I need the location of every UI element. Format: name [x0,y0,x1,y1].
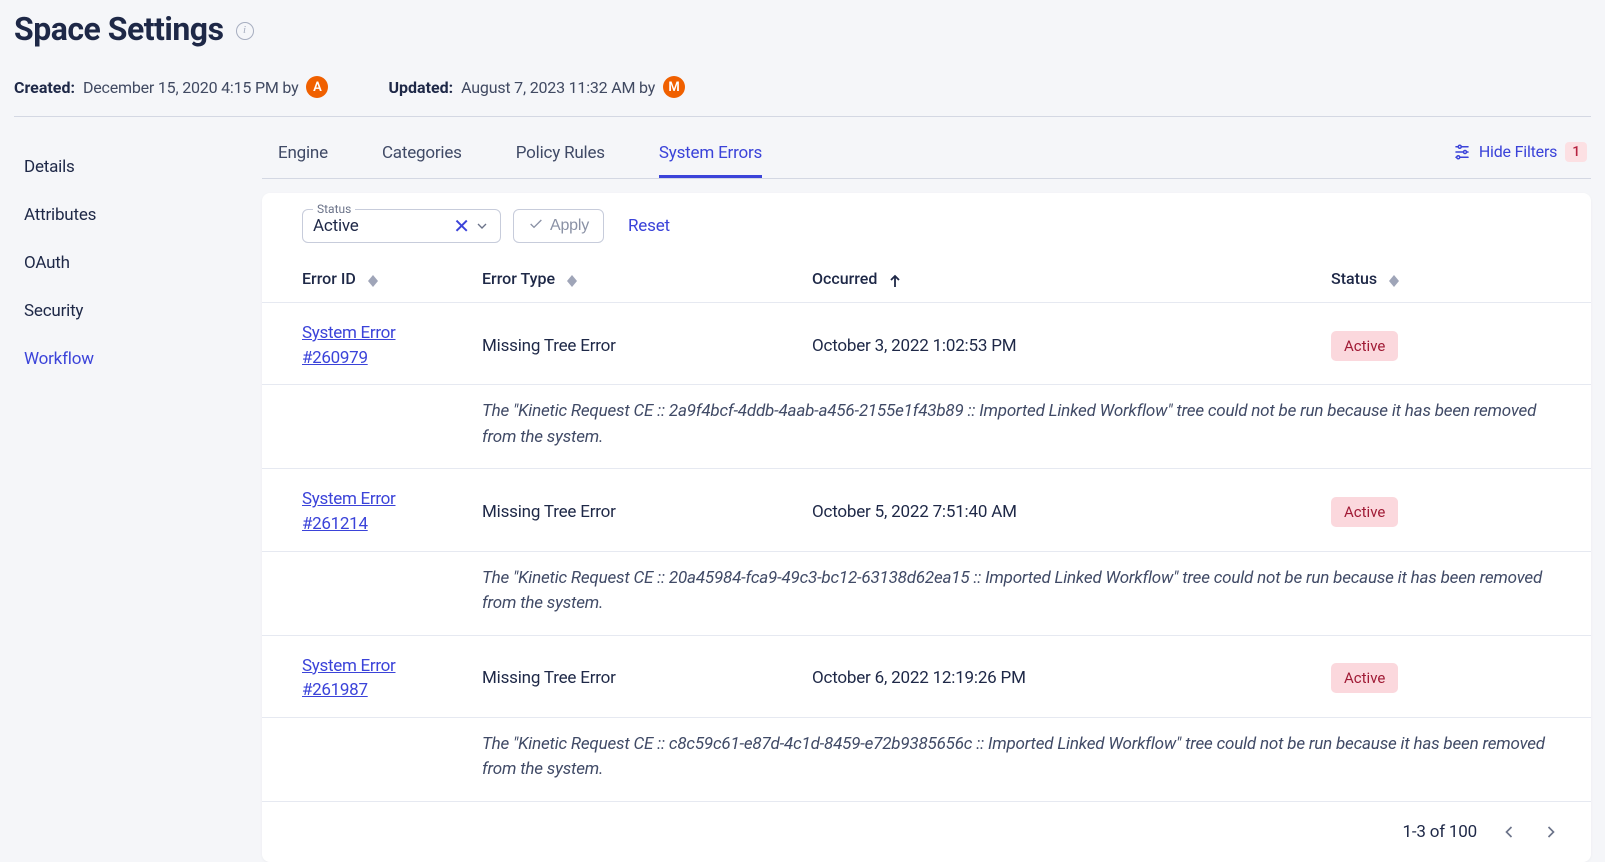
info-icon[interactable]: i [236,22,254,40]
page-title: Space Settings [14,10,224,48]
meta-row: Created: December 15, 2020 4:15 PM by A … [14,76,1591,117]
hide-filters-button[interactable]: Hide Filters 1 [1453,142,1591,166]
created-value: December 15, 2020 4:15 PM by [83,78,299,97]
tab-categories[interactable]: Categories [382,129,462,178]
pagination-range: 1-3 of 100 [1402,822,1477,842]
table-row: System Error #261987 Missing Tree Error … [262,635,1591,801]
error-link[interactable]: System Error #261214 [302,489,396,534]
status-badge: Active [1331,331,1398,361]
table-row: System Error #260979 Missing Tree Error … [262,302,1591,468]
col-header-occurred[interactable]: Occurred [812,269,1331,288]
check-icon [528,216,544,237]
tab-engine[interactable]: Engine [278,129,328,178]
error-occurred: October 5, 2022 7:51:40 AM [812,502,1017,522]
col-header-status[interactable]: Status [1331,269,1551,288]
chevron-down-icon[interactable] [474,218,490,234]
status-filter-select[interactable]: Status Active ✕ [302,209,501,243]
sidebar-item-security[interactable]: Security [24,287,262,335]
tab-policy-rules[interactable]: Policy Rules [516,129,605,178]
sort-asc-icon [889,274,901,288]
hide-filters-label: Hide Filters [1479,142,1557,161]
status-field-label: Status [313,202,355,216]
apply-label: Apply [550,217,589,235]
error-message: The "Kinetic Request CE :: 2a9f4bcf-4ddb… [262,384,1591,468]
error-type: Missing Tree Error [482,336,616,356]
error-message: The "Kinetic Request CE :: c8c59c61-e87d… [262,717,1591,801]
clear-icon[interactable]: ✕ [449,216,474,236]
error-message: The "Kinetic Request CE :: 20a45984-fca9… [262,551,1591,635]
sidebar: Details Attributes OAuth Security Workfl… [14,129,262,862]
updated-label: Updated: [388,78,453,97]
status-badge: Active [1331,497,1398,527]
sliders-icon [1453,143,1471,161]
apply-button[interactable]: Apply [513,209,604,243]
error-type: Missing Tree Error [482,502,616,522]
status-badge: Active [1331,663,1398,693]
prev-page-button[interactable] [1499,822,1519,842]
updated-value: August 7, 2023 11:32 AM by [461,78,655,97]
sidebar-item-workflow[interactable]: Workflow [24,335,262,383]
sidebar-item-attributes[interactable]: Attributes [24,191,262,239]
sort-icon [1389,275,1399,287]
col-header-error-id[interactable]: Error ID [302,269,482,288]
sort-icon [368,275,378,287]
sort-icon [567,275,577,287]
tab-system-errors[interactable]: System Errors [659,129,762,178]
next-page-button[interactable] [1541,822,1561,842]
error-link[interactable]: System Error #260979 [302,323,396,368]
error-occurred: October 6, 2022 12:19:26 PM [812,668,1026,688]
col-header-error-type[interactable]: Error Type [482,269,812,288]
reset-link[interactable]: Reset [628,216,670,236]
status-field-value: Active [313,216,449,236]
error-link[interactable]: System Error #261987 [302,656,396,701]
sidebar-item-details[interactable]: Details [24,143,262,191]
error-occurred: October 3, 2022 1:02:53 PM [812,336,1016,356]
updated-avatar[interactable]: M [663,76,685,98]
created-label: Created: [14,78,75,97]
sidebar-item-oauth[interactable]: OAuth [24,239,262,287]
error-type: Missing Tree Error [482,668,616,688]
table-row: System Error #261214 Missing Tree Error … [262,468,1591,634]
created-avatar[interactable]: A [306,76,328,98]
filter-count-badge: 1 [1565,142,1587,162]
